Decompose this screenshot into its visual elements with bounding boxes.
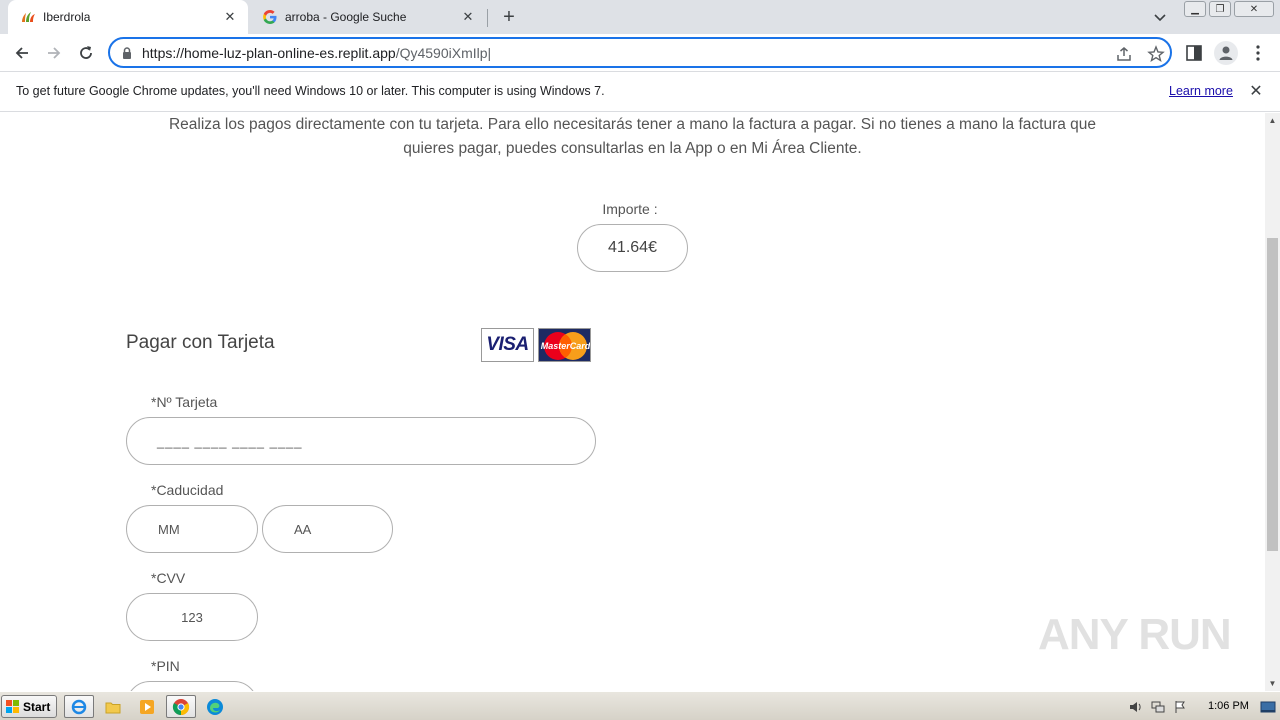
close-infobar-icon[interactable]: ✕ xyxy=(1247,82,1265,100)
url-path: /Qy4590iXmIlp xyxy=(395,44,488,61)
expiry-month-input[interactable]: MM xyxy=(126,505,258,553)
action-center-flag-icon[interactable] xyxy=(1172,699,1188,715)
card-number-input[interactable]: ____ ____ ____ ____ xyxy=(126,417,596,465)
profile-icon xyxy=(1219,46,1233,60)
volume-icon[interactable] xyxy=(1128,699,1144,715)
visa-logo: VISA xyxy=(481,328,534,362)
taskbar-media-player[interactable] xyxy=(132,695,162,718)
media-player-icon xyxy=(140,699,154,714)
taskbar-clock[interactable]: 1:06 PM xyxy=(1208,700,1249,712)
mastercard-logo: MasterCard xyxy=(538,328,591,362)
url-host: https://home-luz-plan-online-es.replit.a… xyxy=(142,44,396,61)
folder-icon xyxy=(105,702,121,713)
restore-window-button[interactable]: ❐ xyxy=(1209,1,1231,17)
month-placeholder: MM xyxy=(158,521,180,537)
tab-title: arroba - Google Suche xyxy=(285,10,407,24)
side-panel-icon[interactable] xyxy=(1184,43,1204,63)
taskbar-edge[interactable] xyxy=(200,695,230,718)
taskbar-chrome[interactable] xyxy=(166,695,196,718)
cvv-label: *CVV xyxy=(151,570,186,586)
tab-google-search[interactable]: arroba - Google Suche ✕ xyxy=(250,0,486,34)
browser-toolbar: https://home-luz-plan-online-es.replit.a… xyxy=(0,34,1280,72)
chrome-menu-icon[interactable] xyxy=(1248,43,1268,63)
address-bar[interactable]: https://home-luz-plan-online-es.replit.a… xyxy=(108,37,1172,68)
importe-label: Importe : xyxy=(602,201,658,217)
close-tab-icon[interactable]: ✕ xyxy=(458,7,478,27)
close-window-button[interactable]: ✕ xyxy=(1234,1,1274,17)
scroll-up-arrow-icon[interactable]: ▲ xyxy=(1265,113,1280,128)
forward-button[interactable] xyxy=(40,39,68,67)
tab-search-chevron-icon[interactable] xyxy=(1150,7,1170,27)
start-label: Start xyxy=(23,699,51,714)
cvv-placeholder: 123 xyxy=(181,609,203,625)
show-desktop-icon[interactable] xyxy=(1260,699,1276,715)
new-tab-button[interactable]: + xyxy=(498,6,520,28)
forward-arrow-icon xyxy=(48,47,61,59)
card-number-label: *Nº Tarjeta xyxy=(151,394,218,410)
tab-title: Iberdrola xyxy=(43,10,91,24)
page-content: Realiza los pagos directamente con tu ta… xyxy=(0,113,1265,691)
edge-icon xyxy=(207,698,223,715)
back-button[interactable] xyxy=(8,39,36,67)
learn-more-link[interactable]: Learn more xyxy=(1169,84,1233,98)
minimize-window-button[interactable]: ▁ xyxy=(1184,1,1206,17)
iberdrola-logo-icon xyxy=(22,12,35,22)
mastercard-circles-icon: MasterCard xyxy=(541,332,591,360)
card-number-placeholder: ____ ____ ____ ____ xyxy=(157,433,303,449)
tab-separator xyxy=(487,9,488,27)
intro-paragraph: Realiza los pagos directamente con tu ta… xyxy=(168,116,1097,157)
url-text: https://home-luz-plan-online-es.replit.a… xyxy=(142,44,492,61)
pin-input[interactable] xyxy=(126,681,258,691)
network-icon[interactable] xyxy=(1150,699,1166,715)
update-infobar: To get future Google Chrome updates, you… xyxy=(0,72,1280,112)
share-icon[interactable] xyxy=(1114,44,1134,64)
anyrun-watermark: ANY RUN xyxy=(1038,610,1232,659)
profile-avatar[interactable] xyxy=(1214,41,1238,65)
expiry-year-input[interactable]: AA xyxy=(262,505,393,553)
infobar-message: To get future Google Chrome updates, you… xyxy=(16,84,605,98)
taskbar-internet-explorer[interactable] xyxy=(64,695,94,718)
reload-icon xyxy=(80,46,92,59)
expiry-label: *Caducidad xyxy=(151,482,224,498)
back-arrow-icon xyxy=(15,47,28,59)
mastercard-logo-text: MasterCard xyxy=(541,341,591,351)
internet-explorer-icon xyxy=(71,699,87,714)
tab-strip: Iberdrola ✕ arroba - Google Suche ✕ + ▁ … xyxy=(0,0,1280,34)
importe-amount: 41.64€ xyxy=(577,224,688,272)
vertical-scrollbar[interactable]: ▲ ▼ xyxy=(1265,113,1280,691)
pay-with-card-title: Pagar con Tarjeta xyxy=(126,332,275,353)
scroll-down-arrow-icon[interactable]: ▼ xyxy=(1265,676,1280,691)
lock-icon[interactable] xyxy=(120,46,134,60)
scrollbar-thumb[interactable] xyxy=(1267,238,1278,551)
close-tab-icon[interactable]: ✕ xyxy=(220,7,240,27)
year-placeholder: AA xyxy=(294,521,312,537)
google-g-icon xyxy=(263,10,277,24)
taskbar-explorer[interactable] xyxy=(98,695,128,718)
bookmark-star-icon[interactable] xyxy=(1146,44,1166,64)
windows-flag-icon xyxy=(6,699,19,713)
windows-taskbar: Start 1:06 PM xyxy=(0,691,1280,720)
reload-button[interactable] xyxy=(72,39,100,67)
cvv-input[interactable]: 123 xyxy=(126,593,258,641)
chrome-icon xyxy=(172,698,190,715)
tab-iberdrola[interactable]: Iberdrola ✕ xyxy=(8,0,248,34)
pin-label: *PIN xyxy=(151,658,180,674)
system-tray xyxy=(1122,695,1278,718)
start-button[interactable]: Start xyxy=(1,695,57,718)
visa-logo-text: VISA xyxy=(486,334,529,355)
